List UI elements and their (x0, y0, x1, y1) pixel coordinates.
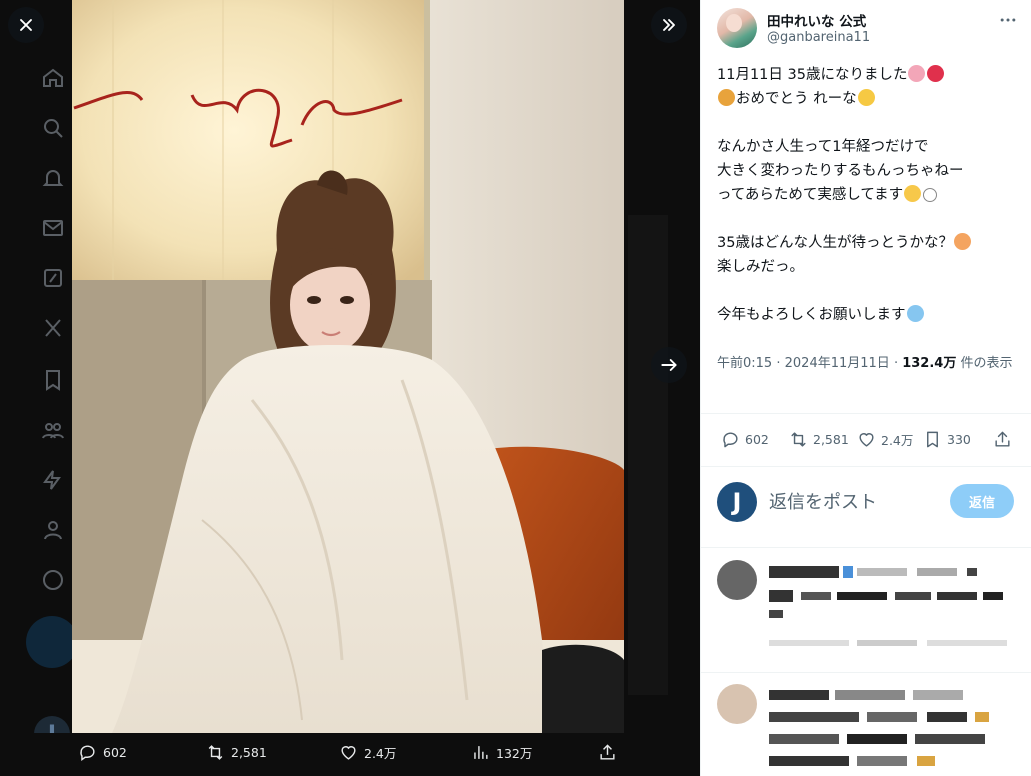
reply-input[interactable] (767, 488, 951, 516)
current-user-avatar[interactable]: J (717, 482, 757, 522)
tweet-actions: 602 2,581 2.4万 330 (717, 426, 1022, 454)
profile-icon (38, 515, 68, 545)
sparkle-emoji (923, 188, 938, 202)
bookmark-count: 330 (947, 432, 971, 447)
media-views-count: 132万 (496, 746, 533, 761)
tweet-detail-pane: 田中れいな 公式 @ganbareina11 11月11日 35歳になりました … (700, 0, 1031, 776)
reply-icon (80, 745, 95, 762)
repost-icon (791, 432, 806, 447)
share-button[interactable] (993, 430, 1012, 449)
divider (701, 547, 1031, 548)
media-repost-count: 2,581 (231, 745, 267, 760)
close-media-button[interactable] (8, 7, 44, 43)
heart-gift-emoji (927, 65, 945, 82)
repost-count: 2,581 (813, 432, 849, 447)
notifications-icon (38, 163, 68, 193)
reply-count: 602 (745, 432, 769, 447)
photo-image (72, 0, 624, 733)
media-share-button[interactable] (598, 743, 617, 762)
more-options-icon (38, 565, 68, 595)
blurred-avatar (717, 684, 757, 724)
blue-heart-emoji (906, 305, 924, 322)
media-like-button[interactable]: 2.4万 (339, 743, 396, 762)
reply-submit-button[interactable]: 返信 (950, 484, 1014, 518)
tweet-line: 今年もよろしくお願いします (717, 303, 1022, 327)
relieved-face-emoji (904, 185, 922, 202)
premium-icon (38, 465, 68, 495)
tweet-line: 楽しみだっ。 (717, 259, 804, 275)
close-icon (20, 19, 32, 31)
communities-icon (38, 415, 68, 445)
tweet-line: なんかさ人生って1年経つだけで (717, 139, 929, 155)
tweet-header: 田中れいな 公式 @ganbareina11 (717, 8, 1022, 50)
smiling-face-emoji (953, 233, 971, 250)
meta-dot: · (893, 356, 899, 371)
explore-icon (38, 113, 68, 143)
grok-icon (38, 263, 68, 293)
more-dots-icon (1000, 18, 1016, 22)
heart-icon (341, 746, 356, 760)
reply-button[interactable]: 602 (721, 430, 769, 449)
media-action-bar: 602 2,581 2.4万 132万 (0, 733, 700, 776)
tweet-line: おめでとう れーな (717, 87, 1022, 111)
party-popper-emoji (718, 89, 735, 106)
blurred-reply[interactable] (717, 684, 1022, 776)
reply-icon (723, 432, 738, 448)
tweet-line: 11月11日 35歳になりました (717, 63, 1022, 87)
more-options-button[interactable] (996, 10, 1020, 30)
blurred-avatar (717, 560, 757, 600)
x-logo-icon (38, 313, 68, 343)
toggle-sidebar-button[interactable] (651, 7, 687, 43)
blurred-reply[interactable] (717, 560, 1022, 680)
bookmark-button[interactable]: 330 (923, 430, 971, 449)
bookmarks-icon (38, 365, 68, 395)
author-handle[interactable]: @ganbareina11 (767, 30, 870, 45)
author-avatar[interactable] (717, 8, 757, 48)
double-chevron-right-icon (663, 19, 675, 31)
share-icon (600, 744, 615, 760)
media-reply-button[interactable]: 602 (78, 743, 127, 762)
next-media-button[interactable] (651, 347, 687, 383)
analytics-icon (474, 746, 488, 759)
post-time[interactable]: 午前0:15 (717, 356, 772, 371)
home-icon (38, 63, 68, 93)
media-repost-button[interactable]: 2,581 (206, 743, 267, 762)
author-display-name[interactable]: 田中れいな 公式 (767, 10, 866, 30)
clapping-hands-emoji (857, 89, 875, 106)
like-count: 2.4万 (881, 433, 914, 448)
arrow-right-icon (661, 359, 677, 371)
tweet-line: 35歳はどんな人生が待っとうかな？ (717, 231, 1022, 255)
heart-icon (859, 433, 874, 447)
reply-composer: J 返信 (717, 480, 1022, 524)
tweet-line: 大きく変わったりするもんっちゃねー (717, 163, 964, 179)
post-date[interactable]: 2024年11月11日 (785, 356, 890, 371)
repost-icon (208, 745, 223, 760)
tweet-meta: 午前0:15 · 2024年11月11日 · 132.4万 件の表示 (717, 352, 1022, 376)
media-viewer: J (0, 0, 700, 776)
tweet-body: 11月11日 35歳になりました おめでとう れーな なんかさ人生って1年経つだ… (717, 63, 1022, 327)
media-reply-count: 602 (103, 745, 127, 760)
divider (701, 466, 1031, 467)
tweet-line: ってあらためて実感してます (717, 183, 1022, 207)
divider (701, 672, 1031, 673)
repost-button[interactable]: 2,581 (789, 430, 849, 449)
bookmark-icon (927, 431, 938, 448)
media-views-button[interactable]: 132万 (471, 743, 532, 762)
birthday-cake-emoji (908, 65, 926, 82)
background-timeline (628, 215, 668, 695)
media-like-count: 2.4万 (364, 746, 397, 761)
views-count: 132.4万 (902, 356, 957, 371)
views-label: 件の表示 (960, 356, 1013, 371)
meta-dot: · (776, 356, 781, 371)
share-icon (995, 431, 1010, 447)
background-post-button (26, 616, 78, 668)
messages-icon (38, 213, 68, 243)
divider (701, 413, 1031, 414)
like-button[interactable]: 2.4万 (857, 430, 913, 449)
media-photo (72, 0, 624, 733)
